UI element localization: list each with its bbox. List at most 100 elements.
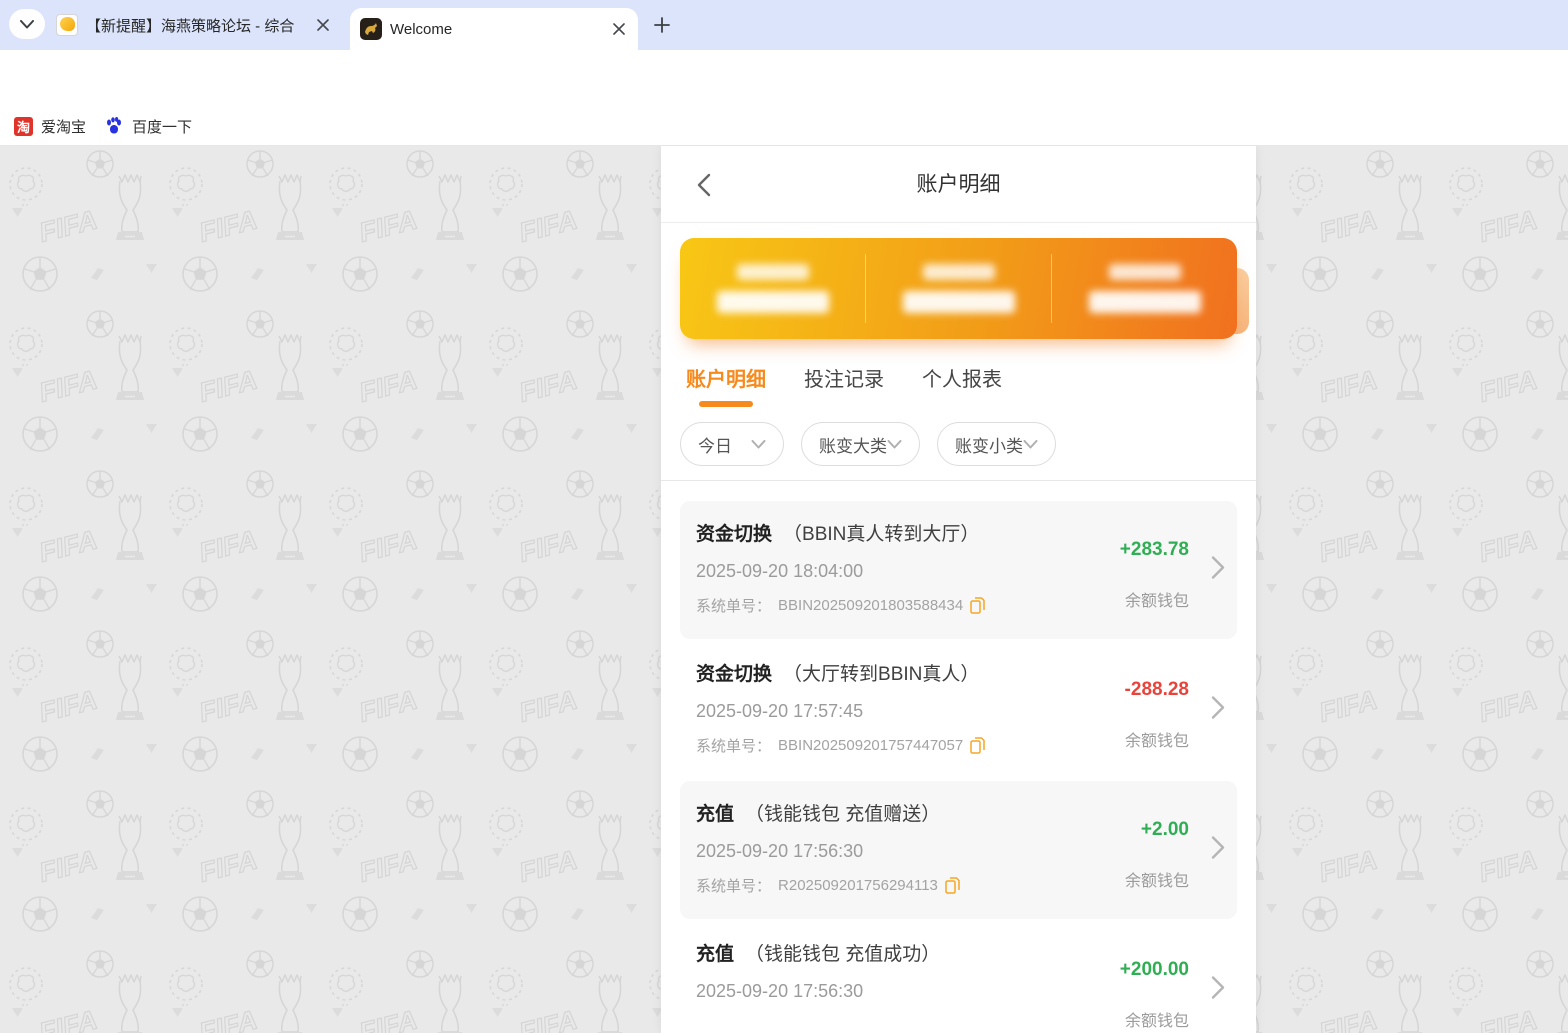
plus-icon	[654, 17, 670, 33]
tab-forum[interactable]: 【新提醒】海燕策略论坛 - 综合	[48, 0, 340, 50]
close-tab-icon[interactable]	[314, 16, 332, 34]
baidu-paw-icon	[107, 117, 121, 134]
transaction-type: 充值	[696, 804, 735, 825]
tab-bet-records[interactable]: 投注记录	[804, 363, 884, 407]
chevron-right-icon[interactable]	[1211, 836, 1225, 865]
tab-search-button[interactable]	[9, 9, 45, 39]
filter-label: 账变大类	[819, 436, 887, 456]
transaction-wallet: 余额钱包	[1124, 593, 1189, 610]
transaction-datetime: 2025-09-20 17:56:30	[696, 981, 864, 1001]
order-number: BBIN202509201757447057	[778, 737, 964, 754]
blurred-label	[1108, 264, 1181, 280]
transaction-detail: （钱能钱包 充值赠送）	[745, 804, 941, 825]
transaction-datetime: 2025-09-20 17:56:30	[696, 841, 864, 861]
new-tab-button[interactable]	[648, 11, 676, 39]
transaction-title: 充值 （钱能钱包 充值成功）	[696, 939, 1087, 966]
browser-toolbar: 175616.cc/reports/index	[0, 50, 1568, 149]
transaction-datetime: 2025-09-20 18:04:00	[696, 561, 864, 581]
transaction-row[interactable]: 充值 （钱能钱包 充值成功） 2025-09-20 17:56:30 +200.0…	[680, 921, 1237, 1033]
order-label: 系统单号：	[696, 738, 772, 755]
order-number: BBIN202509201803588434	[778, 597, 964, 614]
filter-label: 账变小类	[955, 436, 1023, 456]
transaction-order-row: 系统单号： BBIN202509201803588434	[696, 595, 1087, 616]
transaction-wallet: 余额钱包	[1124, 1013, 1189, 1030]
transaction-detail: （大厅转到BBIN真人）	[783, 664, 980, 685]
tab-label: 个人报表	[922, 369, 1002, 391]
filter-minor-type-dropdown[interactable]: 账变小类	[937, 422, 1056, 466]
blurred-value	[716, 291, 829, 313]
copy-icon[interactable]	[945, 877, 960, 894]
balance-column	[1052, 238, 1237, 339]
tab-welcome[interactable]: Welcome	[350, 8, 638, 50]
blurred-label	[922, 264, 995, 280]
tab-title: 【新提醒】海燕策略论坛 - 综合	[86, 17, 295, 35]
bookmark-label: 百度一下	[132, 118, 193, 136]
transaction-amount: -288.28	[1124, 679, 1189, 700]
balance-column	[866, 238, 1051, 339]
transaction-amount: +200.00	[1119, 959, 1189, 980]
tab-personal-report[interactable]: 个人报表	[922, 363, 1002, 407]
report-tabs: 账户明细 投注记录 个人报表	[686, 363, 1256, 407]
transaction-title: 充值 （钱能钱包 充值赠送）	[696, 799, 1087, 826]
order-number: R202509201756294113	[778, 877, 938, 894]
transaction-title: 资金切换 （BBIN真人转到大厅）	[696, 519, 1087, 546]
blurred-value	[1088, 291, 1201, 313]
transaction-datetime: 2025-09-20 17:57:45	[696, 701, 864, 721]
tab-strip: 【新提醒】海燕策略论坛 - 综合 Welcome	[0, 0, 1568, 50]
transaction-title: 资金切换 （大厅转到BBIN真人）	[696, 659, 1087, 686]
chevron-down-icon	[20, 19, 34, 28]
transaction-order-row: 系统单号： BBIN202509201757447057	[696, 735, 1087, 756]
balance-card-wrap	[680, 238, 1249, 339]
page-title: 账户明细	[916, 173, 1001, 196]
welcome-favicon-icon	[360, 18, 382, 40]
taobao-icon: 淘	[14, 116, 33, 136]
transaction-order-row: 系统单号： R202509201756294113	[696, 875, 1087, 896]
tab-label: 投注记录	[804, 369, 884, 391]
bookmark-baidu[interactable]: 百度一下	[104, 113, 192, 139]
panel-header: 账户明细	[661, 146, 1256, 223]
transaction-row[interactable]: 资金切换 （BBIN真人转到大厅） 2025-09-20 18:04:00 系统单…	[680, 501, 1237, 639]
filter-row: 今日 账变大类 账变小类	[661, 407, 1256, 481]
transaction-amount: +2.00	[1140, 819, 1189, 840]
filter-label: 今日	[698, 436, 732, 456]
filter-major-type-dropdown[interactable]: 账变大类	[801, 422, 920, 466]
chevron-right-icon[interactable]	[1211, 976, 1225, 1005]
transaction-wallet: 余额钱包	[1124, 873, 1189, 890]
bookmark-aitaobao[interactable]: 淘 爱淘宝	[14, 113, 86, 139]
transaction-row[interactable]: 资金切换 （大厅转到BBIN真人） 2025-09-20 17:57:45 系统单…	[680, 641, 1237, 779]
order-label: 系统单号：	[696, 598, 772, 615]
balance-card[interactable]	[680, 238, 1237, 339]
bookmarks-bar: 淘 爱淘宝 百度一下	[0, 105, 1568, 146]
order-label: 系统单号：	[696, 878, 772, 895]
page-background: FIFA	[0, 146, 1568, 1033]
account-detail-panel: 账户明细 账户明细 投注记录 个人报表 今日 账变大类 账变小类 资金切换 （B…	[661, 146, 1256, 1033]
active-tab-underline	[699, 401, 753, 407]
transaction-type: 充值	[696, 944, 735, 965]
chevron-down-icon	[887, 439, 902, 448]
transaction-detail: （BBIN真人转到大厅）	[783, 524, 980, 545]
chevron-right-icon[interactable]	[1211, 696, 1225, 725]
tab-account-detail[interactable]: 账户明细	[686, 363, 766, 407]
balance-column	[680, 238, 865, 339]
chevron-down-icon	[1023, 439, 1038, 448]
transaction-detail: （钱能钱包 充值成功）	[745, 944, 941, 965]
tab-title: Welcome	[390, 20, 453, 38]
transaction-amount: +283.78	[1119, 539, 1189, 560]
copy-icon[interactable]	[970, 597, 985, 614]
transaction-list: 资金切换 （BBIN真人转到大厅） 2025-09-20 18:04:00 系统单…	[661, 481, 1256, 1033]
transaction-wallet: 余额钱包	[1124, 733, 1189, 750]
transaction-row[interactable]: 充值 （钱能钱包 充值赠送） 2025-09-20 17:56:30 系统单号： R…	[680, 781, 1237, 919]
transaction-type: 资金切换	[696, 524, 773, 545]
blurred-label	[736, 264, 809, 280]
transaction-type: 资金切换	[696, 664, 773, 685]
forum-favicon-icon	[56, 14, 78, 36]
tab-label: 账户明细	[686, 369, 766, 391]
close-tab-icon[interactable]	[610, 20, 628, 38]
chevron-down-icon	[751, 439, 766, 448]
tab-underline	[935, 401, 989, 407]
copy-icon[interactable]	[970, 737, 985, 754]
tab-underline	[817, 401, 871, 407]
filter-date-dropdown[interactable]: 今日	[680, 422, 784, 466]
chevron-right-icon[interactable]	[1211, 556, 1225, 585]
bookmark-label: 爱淘宝	[41, 118, 87, 136]
